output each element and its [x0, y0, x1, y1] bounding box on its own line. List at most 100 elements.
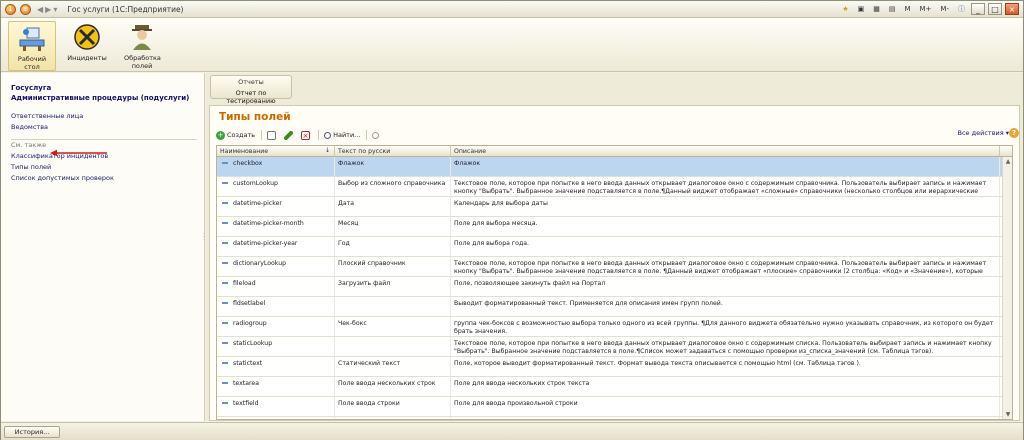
dropdown-icon[interactable]: ▾ — [53, 5, 57, 14]
copy-doc-icon — [267, 130, 277, 140]
field-types-table: Наименование ↓ Текст по русски Описание c… — [216, 145, 1013, 420]
section-incidents[interactable]: Инциденты — [63, 21, 111, 71]
copy-icon[interactable]: ▣ — [855, 3, 868, 15]
scroll-down-icon[interactable]: ▼ — [1004, 411, 1012, 419]
scroll-up-icon[interactable]: ▲ — [1004, 158, 1012, 166]
all-actions-menu[interactable]: Все действия ▾ — [958, 129, 1009, 137]
magnifier-icon — [324, 131, 332, 139]
calc-icon[interactable]: ▦ — [870, 3, 883, 15]
window-title: Гос услуги (1С:Предприятие) — [67, 4, 184, 14]
delete-button[interactable]: × — [301, 130, 312, 140]
panel-grip[interactable]: • • • — [246, 100, 265, 107]
info-icon[interactable]: ⓘ — [955, 3, 968, 15]
field-types-form: Типы полей + Создать × Найти... Все дейс… — [209, 105, 1020, 421]
table-row[interactable]: datetime-picker Дата Календарь для выбора … — [217, 197, 1012, 217]
cell-russian: Дата — [335, 197, 451, 216]
see-also-label: См. также — [11, 141, 47, 149]
section-label: Обработка полей — [124, 54, 161, 70]
cell-name: checkbox — [217, 157, 335, 176]
table-row[interactable]: radiogroup Чек-бокс группа чек-боксов с во… — [217, 317, 1012, 337]
section-field-processing[interactable]: Обработка полей — [118, 21, 166, 71]
column-header-description[interactable]: Описание — [451, 146, 1000, 156]
annotation-arrow-icon — [50, 149, 107, 157]
cell-description: Календарь для выбора даты — [451, 197, 1000, 216]
sort-arrow-icon: ↓ — [324, 147, 330, 154]
create-button[interactable]: + Создать — [216, 130, 256, 140]
navigation-panel: Госуслуга Административные процедуры (по… — [1, 73, 205, 421]
edit-button[interactable] — [284, 130, 295, 140]
table-row[interactable]: dictionaryLookup Плоский справочник Тексто… — [217, 257, 1012, 277]
table-row[interactable]: НетНаФормеНет на формеНе выводится на фо… — [217, 417, 1012, 419]
nav-link-departments[interactable]: Ведомства — [11, 123, 48, 131]
favorites-star-icon[interactable]: ★ — [839, 3, 851, 15]
nav-link-responsible[interactable]: Ответственные лица — [11, 112, 83, 120]
help-icon[interactable]: ? — [1009, 128, 1019, 138]
history-button[interactable]: История... — [4, 426, 60, 438]
column-header-russian[interactable]: Текст по русски — [335, 146, 451, 156]
plus-icon: + — [216, 130, 225, 140]
cell-name: radiogroup — [217, 317, 335, 336]
title-bar: 1 ≡ ◀ ▶ ▾ Гос услуги (1С:Предприятие) ★ … — [1, 1, 1023, 18]
nav-link-checks-list[interactable]: Список допустимых проверок — [11, 174, 114, 182]
section-desktop[interactable]: Рабочий стол — [8, 21, 56, 71]
app-logo-icon[interactable]: 1 — [5, 3, 16, 15]
restore-button[interactable]: □ — [988, 3, 1002, 15]
cell-name: staticLookup — [217, 337, 335, 356]
cell-russian: Нет на форме — [335, 417, 451, 419]
cell-description: Поле для ввода произвольной строки — [451, 397, 1000, 416]
find-button[interactable]: Найти... — [324, 131, 360, 139]
form-title: Типы полей — [219, 111, 291, 123]
forward-icon[interactable]: ▶ — [45, 5, 51, 14]
cell-description: Текстовое поле, которое при попытке в не… — [451, 257, 1000, 276]
reports-caption: Отчеты — [238, 78, 264, 86]
cell-name: statictext — [217, 357, 335, 376]
cell-russian — [335, 337, 451, 356]
table-row[interactable]: datetime-picker-month Месяц Поле для выбор… — [217, 217, 1012, 237]
reports-panel: Отчеты Отчет по тестированию — [210, 75, 292, 105]
menu-icon[interactable]: ≡ — [20, 3, 31, 15]
cell-russian: Флажок — [335, 157, 451, 176]
status-bar: История... — [1, 422, 1023, 440]
find-label: Найти... — [333, 131, 361, 139]
cell-description: Поле, позволяющее закинуть файл на Порта… — [451, 277, 1000, 296]
nav-subtitle[interactable]: Административные процедуры (подуслуги) — [11, 94, 189, 102]
memory-m-button[interactable]: M — [901, 3, 913, 15]
cell-name: datetime-picker — [217, 197, 335, 216]
table-row[interactable]: checkbox Флажок Флажок — [217, 157, 1012, 177]
cell-description: Поле, которое выводит форматированный те… — [451, 357, 1000, 376]
cell-russian: Поле ввода строки — [335, 397, 451, 416]
table-row[interactable]: textarea Поле ввода нескольких строк Поле … — [217, 377, 1012, 397]
cell-description: Текстовое поле, которое при попытке в не… — [451, 177, 1000, 196]
cell-name: customLookup — [217, 177, 335, 196]
cell-name: datetime-picker-year — [217, 237, 335, 256]
close-button[interactable]: × — [1005, 3, 1019, 15]
create-label: Создать — [227, 131, 256, 139]
search-cancel-icon — [372, 131, 380, 139]
back-icon[interactable]: ◀ — [37, 5, 43, 14]
table-row[interactable]: datetime-picker-year Год Поле для выбора г… — [217, 237, 1012, 257]
table-row[interactable]: staticLookup Текстовое поле, которое при … — [217, 337, 1012, 357]
table-row[interactable]: fileload Загрузить файл Поле, позволяющее … — [217, 277, 1012, 297]
copy-button[interactable] — [267, 130, 278, 140]
table-row[interactable]: customLookup Выбор из сложного справочник… — [217, 177, 1012, 197]
vertical-scrollbar[interactable]: ▲ ▼ — [1002, 157, 1012, 419]
memory-mminus-button[interactable]: M- — [937, 3, 952, 15]
cell-russian: Плоский справочник — [335, 257, 451, 276]
section-label: Инциденты — [67, 54, 107, 62]
nav-title[interactable]: Госуслуга — [11, 84, 51, 92]
nav-link-field-types[interactable]: Типы полей — [11, 163, 51, 171]
cancel-search-button[interactable] — [372, 131, 381, 139]
cell-name: fldsetlabel — [217, 297, 335, 316]
table-row[interactable]: statictext Статический текст Поле, которое… — [217, 357, 1012, 377]
cell-description: Выводит форматированный текст. Применяет… — [451, 297, 1000, 316]
calendar-icon[interactable]: ▤ — [886, 3, 899, 15]
table-row[interactable]: fldsetlabel Выводит форматированный текст… — [217, 297, 1012, 317]
cell-name: datetime-picker-month — [217, 217, 335, 236]
table-row[interactable]: textfield Поле ввода строки Поле для ввода… — [217, 397, 1012, 417]
column-header-name[interactable]: Наименование ↓ — [217, 146, 335, 156]
toolbar-separator — [366, 130, 368, 140]
memory-mplus-button[interactable]: M+ — [917, 3, 935, 15]
minimize-button[interactable]: _ — [971, 3, 985, 15]
person-icon — [132, 25, 152, 50]
table-body: checkbox Флажок Флажок customLookup Выбор из… — [217, 157, 1012, 419]
